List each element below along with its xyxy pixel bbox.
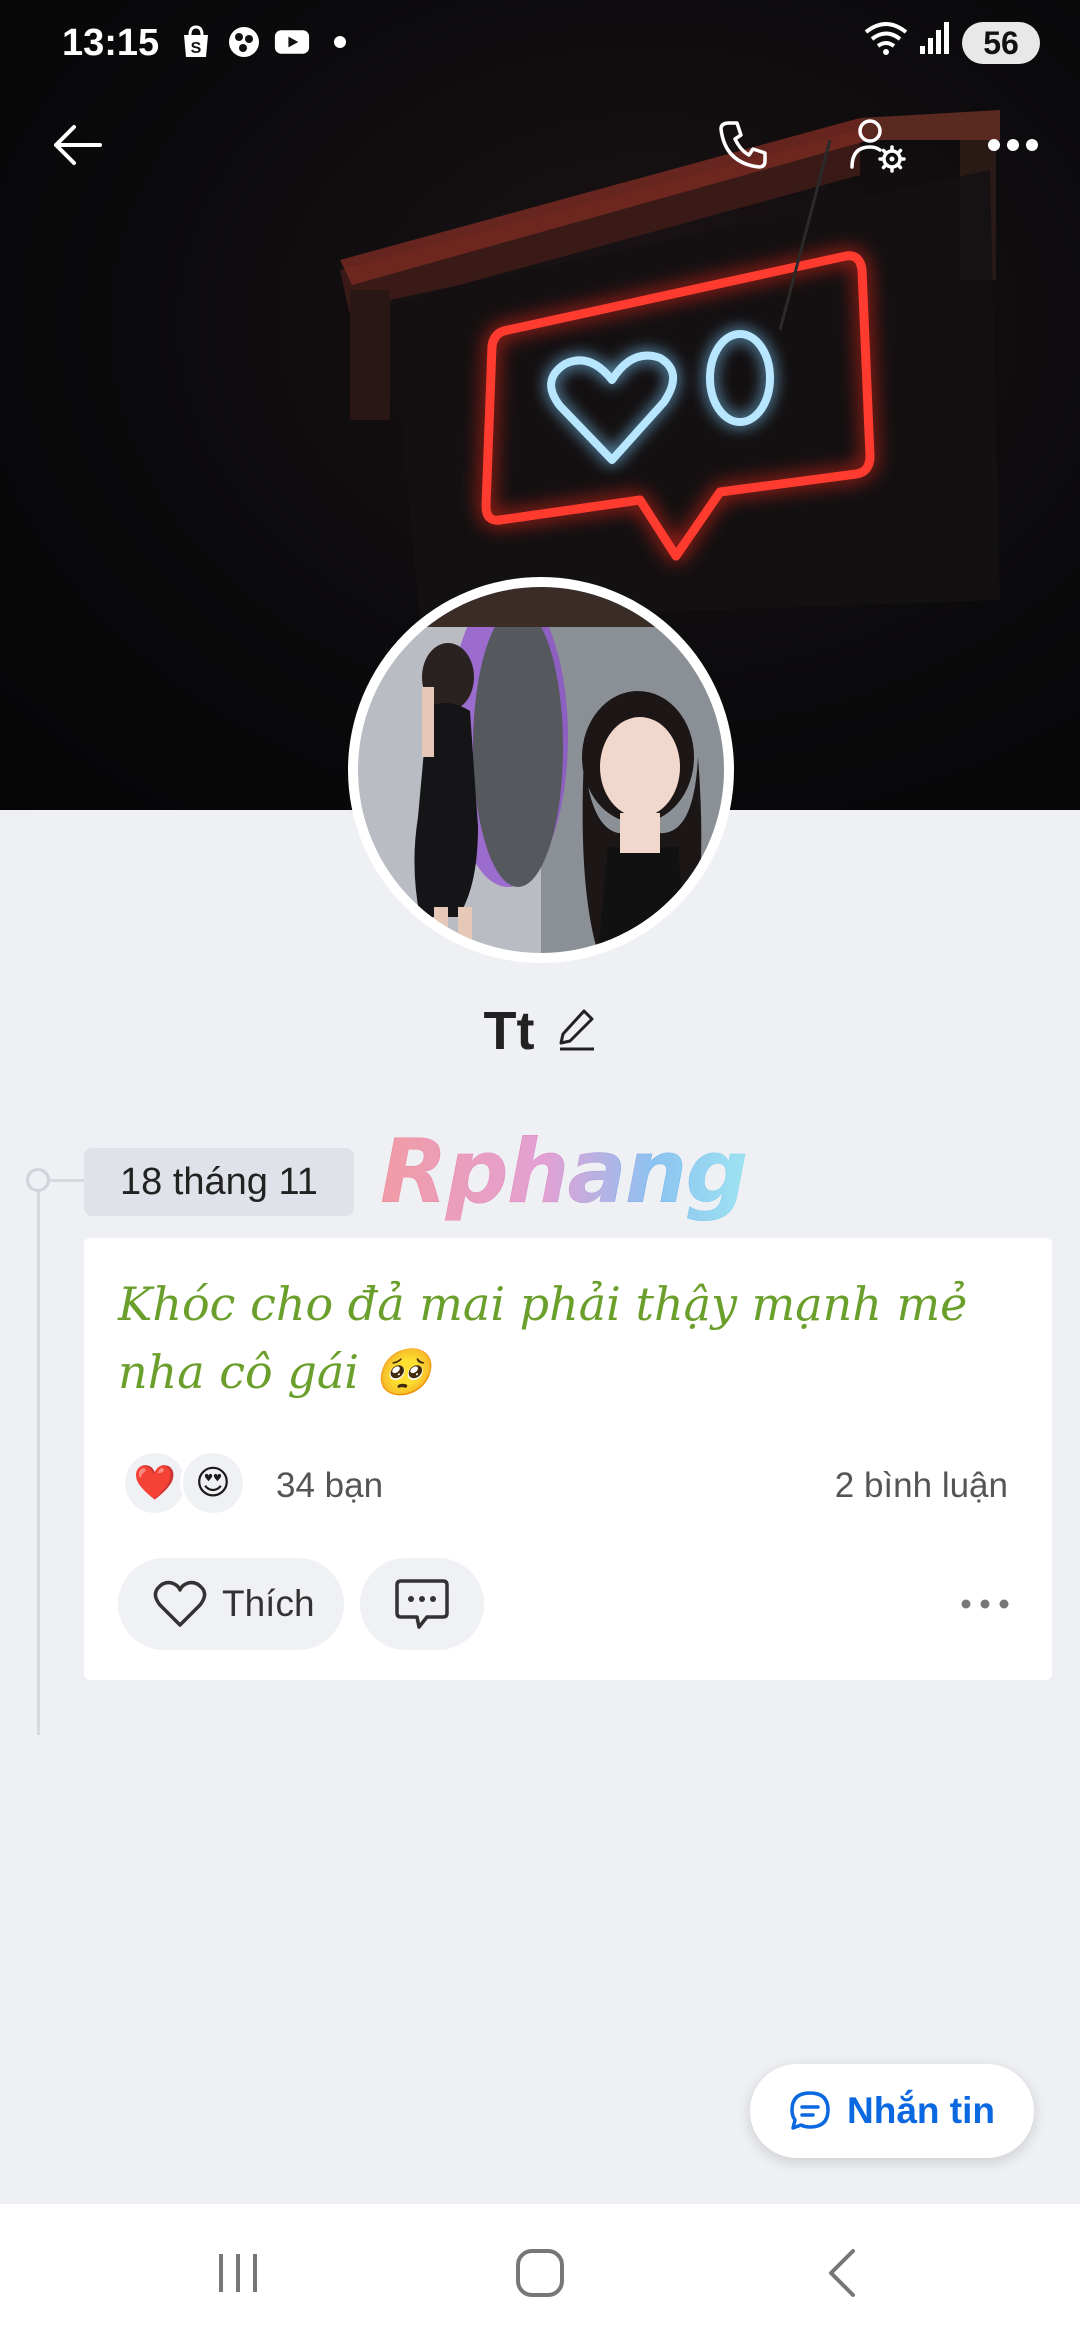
timeline-line [37,1180,40,1735]
recent-apps-icon [219,2254,257,2292]
shopee-icon: S [178,24,214,60]
app-icon [226,24,262,60]
avatar-photo [358,587,724,953]
battery-indicator: 56 [962,22,1040,64]
status-bar: 13:15 S 56 [0,0,1080,86]
call-button[interactable] [708,110,778,180]
heart-eyes-reaction-icon: 😍 [180,1450,246,1516]
svg-text:S: S [191,40,202,57]
post-card[interactable]: Khóc cho đả mai phải thậy mạnh mẻ nha cô… [84,1238,1052,1680]
notification-icons: S [178,24,358,60]
reaction-count[interactable]: 34 bạn [276,1466,383,1506]
message-button[interactable]: Nhắn tin [750,2064,1034,2158]
comment-icon [395,1579,449,1629]
heart-outline-icon [153,1580,207,1627]
timeline-date: 18 tháng 11 [84,1148,354,1216]
system-back-button[interactable] [803,2238,883,2308]
reaction-summary[interactable]: ❤️ 😍 [122,1450,246,1516]
more-options-button[interactable] [978,110,1048,180]
chevron-left-icon [829,2249,855,2297]
arrow-left-icon [54,125,102,165]
message-button-label: Nhắn tin [847,2090,995,2131]
more-horizontal-icon [988,139,1038,151]
like-label: Thích [222,1583,315,1624]
avatar[interactable] [348,577,734,963]
comment-button[interactable] [360,1558,484,1650]
like-button[interactable]: Thích [118,1558,344,1650]
home-button[interactable] [500,2238,580,2308]
more-horizontal-icon [961,1599,1009,1609]
system-status-icons: 56 [864,20,1040,66]
pencil-icon [559,1009,595,1050]
chat-bubble-icon [790,2091,830,2130]
signal-icon [918,20,952,66]
timeline-dot [26,1168,50,1192]
post-text: Khóc cho đả mai phải thậy mạnh mẻ nha cô… [118,1277,968,1399]
dot-icon [322,24,358,60]
watermark-logo: Rphang [380,1120,748,1223]
wifi-icon [864,20,908,66]
post-more-button[interactable] [952,1574,1018,1634]
user-settings-icon [850,119,906,173]
recent-apps-button[interactable] [198,2238,278,2308]
system-navigation-bar [0,2204,1080,2340]
youtube-icon [274,24,310,60]
status-time: 13:15 [62,22,160,64]
timeline-connector [50,1179,84,1182]
profile-name: Tt [483,1001,535,1061]
edit-name-button[interactable] [556,1007,596,1056]
profile-settings-button[interactable] [843,110,913,180]
home-icon [516,2249,564,2297]
comment-count[interactable]: 2 bình luận [835,1466,1008,1506]
heart-reaction-icon: ❤️ [122,1450,188,1516]
profile-name-row: Tt [0,1000,1080,1062]
phone-icon [719,121,767,169]
back-button[interactable] [42,110,112,180]
